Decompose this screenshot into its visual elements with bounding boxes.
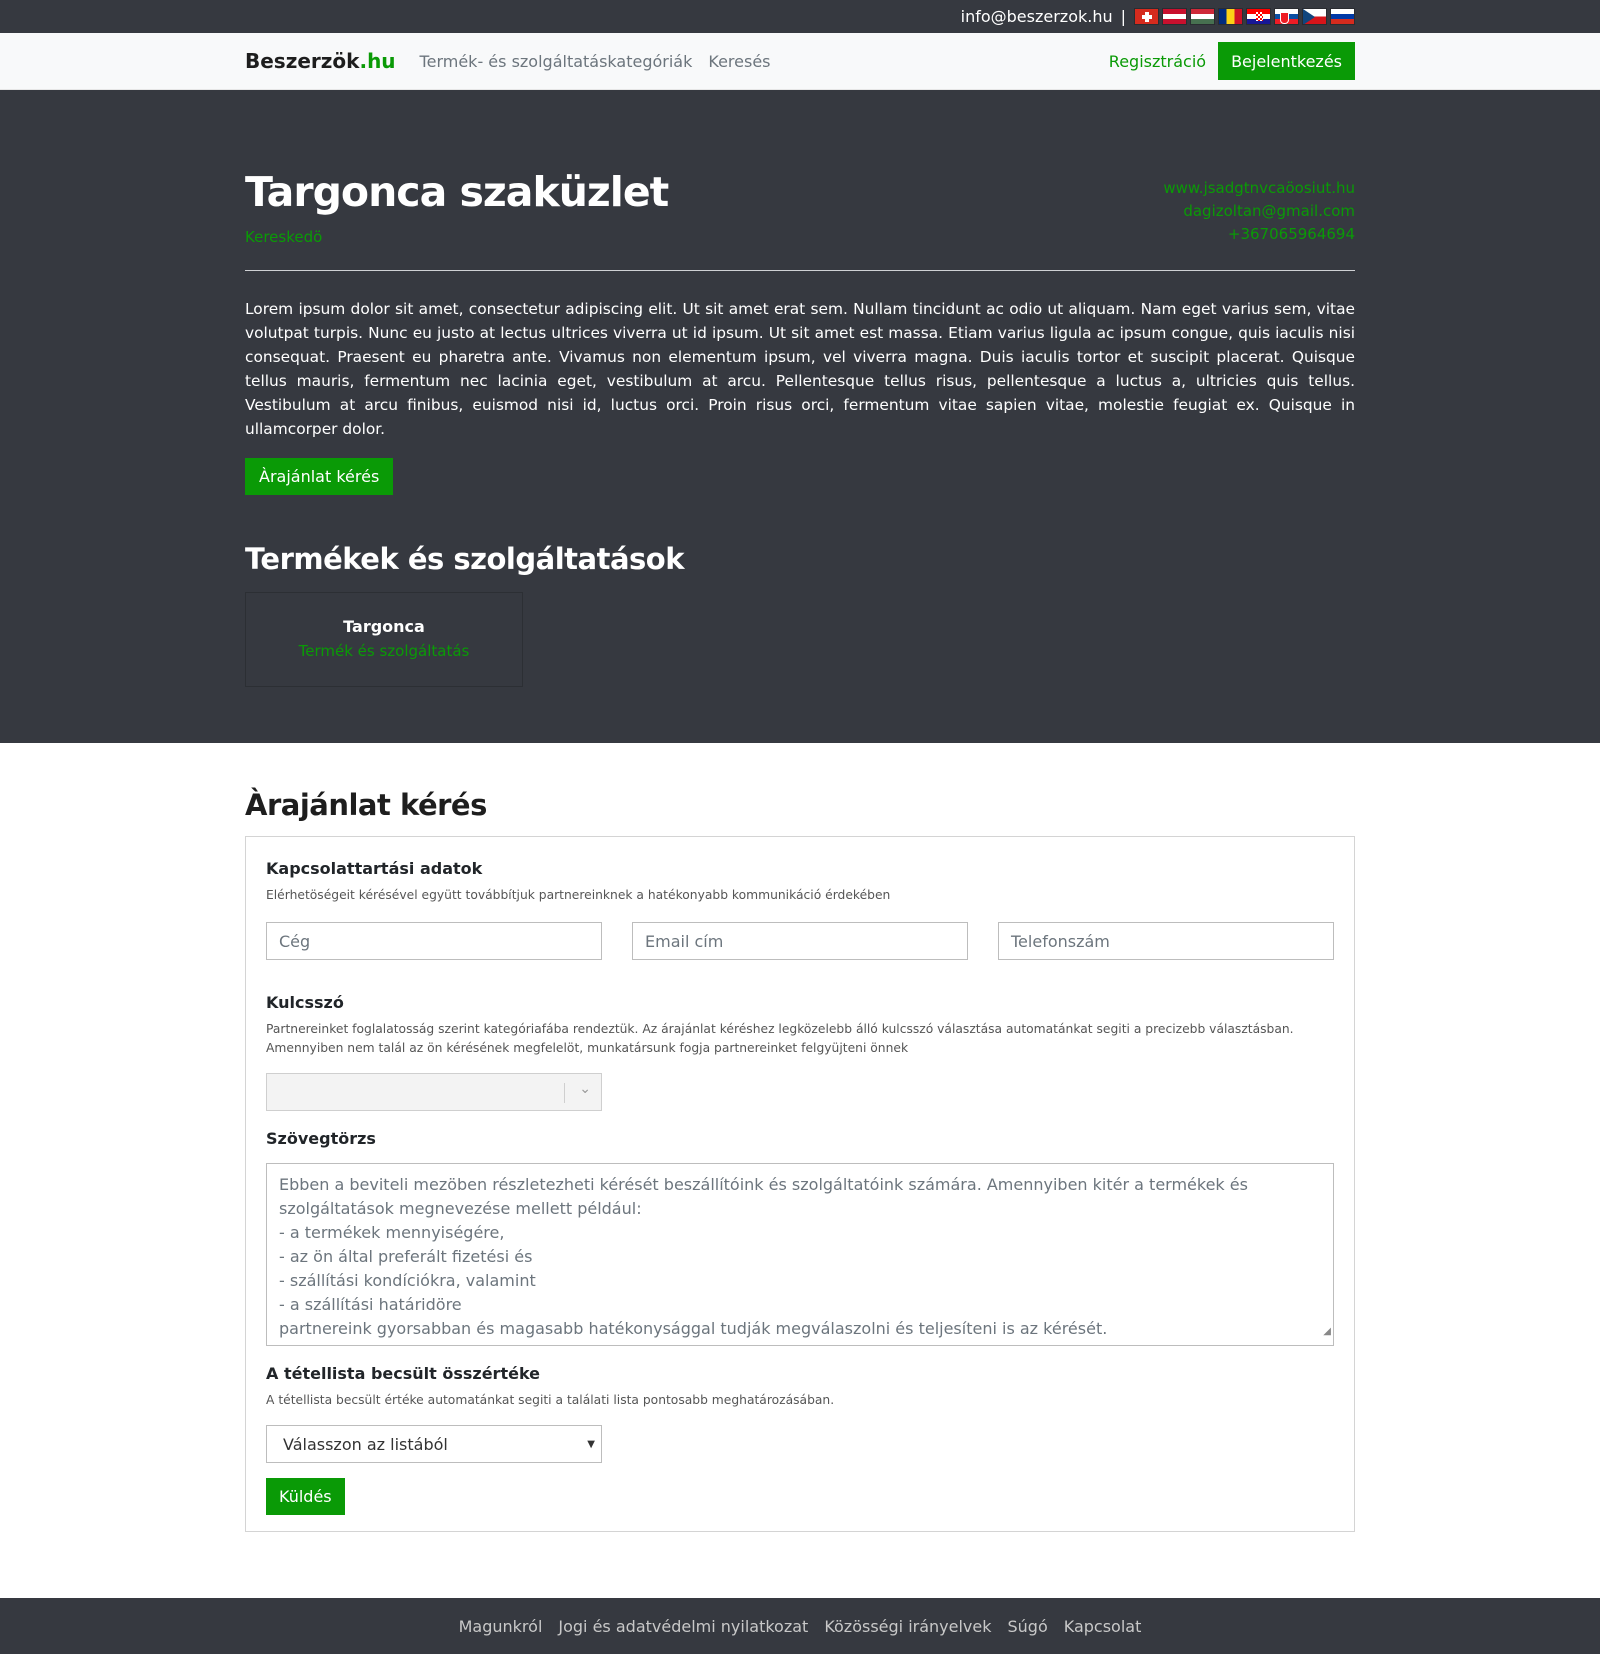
- keyword-label: Kulcsszó: [266, 993, 344, 1012]
- request-quote-button[interactable]: Àrajánlat kérés: [245, 458, 394, 495]
- chevron-down-icon[interactable]: ⌄: [579, 1081, 591, 1097]
- login-button[interactable]: Bejelentkezés: [1218, 42, 1355, 80]
- brand-logo[interactable]: Beszerzök.hu: [245, 49, 396, 73]
- register-link[interactable]: Regisztráció: [1109, 52, 1206, 71]
- contact-email[interactable]: info@beszerzok.hu: [961, 7, 1113, 26]
- body-textarea[interactable]: Ebben a beviteli mezöben részletezheti k…: [266, 1163, 1334, 1346]
- submit-button[interactable]: Küldés: [266, 1478, 345, 1515]
- value-selected-option: Válasszon az listából: [283, 1434, 448, 1454]
- value-label: A tétellista becsült összértéke: [266, 1364, 541, 1383]
- product-name: Targonca: [343, 617, 425, 636]
- swiss-flag-icon[interactable]: [1134, 8, 1159, 25]
- body-placeholder-line: - szállítási kondíciókra, valamint: [279, 1271, 536, 1290]
- company-hero: Targonca szaküzlet Kereskedö www.jsadgtn…: [0, 90, 1600, 743]
- contact-fields: Cég Email cím Telefonszám: [266, 922, 1334, 960]
- company-header: Targonca szaküzlet Kereskedö www.jsadgtn…: [245, 90, 1355, 246]
- language-flags: [1134, 8, 1355, 25]
- body-label: Szövegtörzs: [266, 1129, 376, 1148]
- footer: Magunkról Jogi és adatvédelmi nyilatkoza…: [0, 1598, 1600, 1654]
- body-placeholder-line: - a szállítási határidöre: [279, 1295, 462, 1314]
- value-help-text: A tétellista becsült értéke automatánkat…: [266, 1393, 835, 1407]
- divider: [245, 270, 1355, 271]
- caret-down-icon: ▼: [587, 1438, 595, 1450]
- product-card[interactable]: Targonca Termék és szolgáltatás: [245, 592, 523, 687]
- footer-link-contact[interactable]: Kapcsolat: [1064, 1617, 1142, 1636]
- company-contacts: www.jsadgtnvcaöosiut.hu dagizoltan@gmail…: [1163, 168, 1355, 246]
- contact-section-label: Kapcsolattartási adatok: [266, 859, 483, 878]
- romania-flag-icon[interactable]: [1218, 8, 1243, 25]
- keyword-help-text: Partnereinket foglalatosság szerint kate…: [266, 1022, 1294, 1055]
- company-email-link[interactable]: dagizoltan@gmail.com: [1163, 200, 1355, 223]
- brand-name: Beszerzök: [245, 49, 360, 73]
- company-description: Lorem ipsum dolor sit amet, consectetur …: [245, 300, 1355, 438]
- value-select[interactable]: Válasszon az listából ▼: [266, 1425, 602, 1463]
- phone-input[interactable]: Telefonszám: [998, 922, 1334, 960]
- company-type: Kereskedö: [245, 228, 323, 246]
- navbar: Beszerzök.hu Termék- és szolgáltatáskate…: [0, 33, 1600, 90]
- products-title: Termékek és szolgáltatások: [245, 542, 684, 576]
- croatia-flag-icon[interactable]: [1246, 8, 1271, 25]
- footer-link-about[interactable]: Magunkról: [459, 1617, 543, 1636]
- resize-grip-icon[interactable]: ◢: [1323, 1320, 1331, 1344]
- keyword-select[interactable]: ⌄: [266, 1073, 602, 1111]
- brand-tld: .hu: [359, 49, 396, 73]
- quote-request-section: Àrajánlat kérés Kapcsolattartási adatok …: [0, 743, 1600, 1598]
- nav-link-search[interactable]: Keresés: [708, 52, 770, 71]
- quote-request-form: Kapcsolattartási adatok Elérhetöségeit k…: [245, 836, 1355, 1532]
- hungary-flag-icon[interactable]: [1190, 8, 1215, 25]
- select-divider: [564, 1083, 565, 1103]
- form-title: Àrajánlat kérés: [245, 788, 487, 822]
- czech-flag-icon[interactable]: [1302, 8, 1327, 25]
- company-name: Targonca szaküzlet: [245, 168, 669, 216]
- company-website-link[interactable]: www.jsadgtnvcaöosiut.hu: [1163, 177, 1355, 200]
- company-phone-link[interactable]: +367065964694: [1163, 223, 1355, 246]
- slovakia-flag-icon[interactable]: [1274, 8, 1299, 25]
- footer-link-community[interactable]: Közösségi irányelvek: [824, 1617, 991, 1636]
- top-bar: info@beszerzok.hu |: [0, 0, 1600, 33]
- nav-actions: Regisztráció Bejelentkezés: [1109, 42, 1355, 80]
- company-input[interactable]: Cég: [266, 922, 602, 960]
- body-placeholder-line: - az ön által preferált fizetési és: [279, 1247, 533, 1266]
- separator: |: [1120, 7, 1126, 26]
- contact-help-text: Elérhetöségeit kérésével együtt továbbít…: [266, 888, 891, 902]
- product-category: Termék és szolgáltatás: [298, 642, 470, 660]
- austria-flag-icon[interactable]: [1162, 8, 1187, 25]
- body-placeholder-line: partnereink gyorsabban és magasabb haték…: [279, 1319, 1108, 1338]
- footer-link-legal[interactable]: Jogi és adatvédelmi nyilatkozat: [558, 1617, 808, 1636]
- body-placeholder-line: - a termékek mennyiségére,: [279, 1223, 505, 1242]
- nav-link-categories[interactable]: Termék- és szolgáltatáskategóriák: [420, 52, 693, 71]
- email-input[interactable]: Email cím: [632, 922, 968, 960]
- body-placeholder-line: Ebben a beviteli mezöben részletezheti k…: [279, 1175, 1248, 1218]
- russia-flag-icon[interactable]: [1330, 8, 1355, 25]
- footer-link-help[interactable]: Súgó: [1008, 1617, 1048, 1636]
